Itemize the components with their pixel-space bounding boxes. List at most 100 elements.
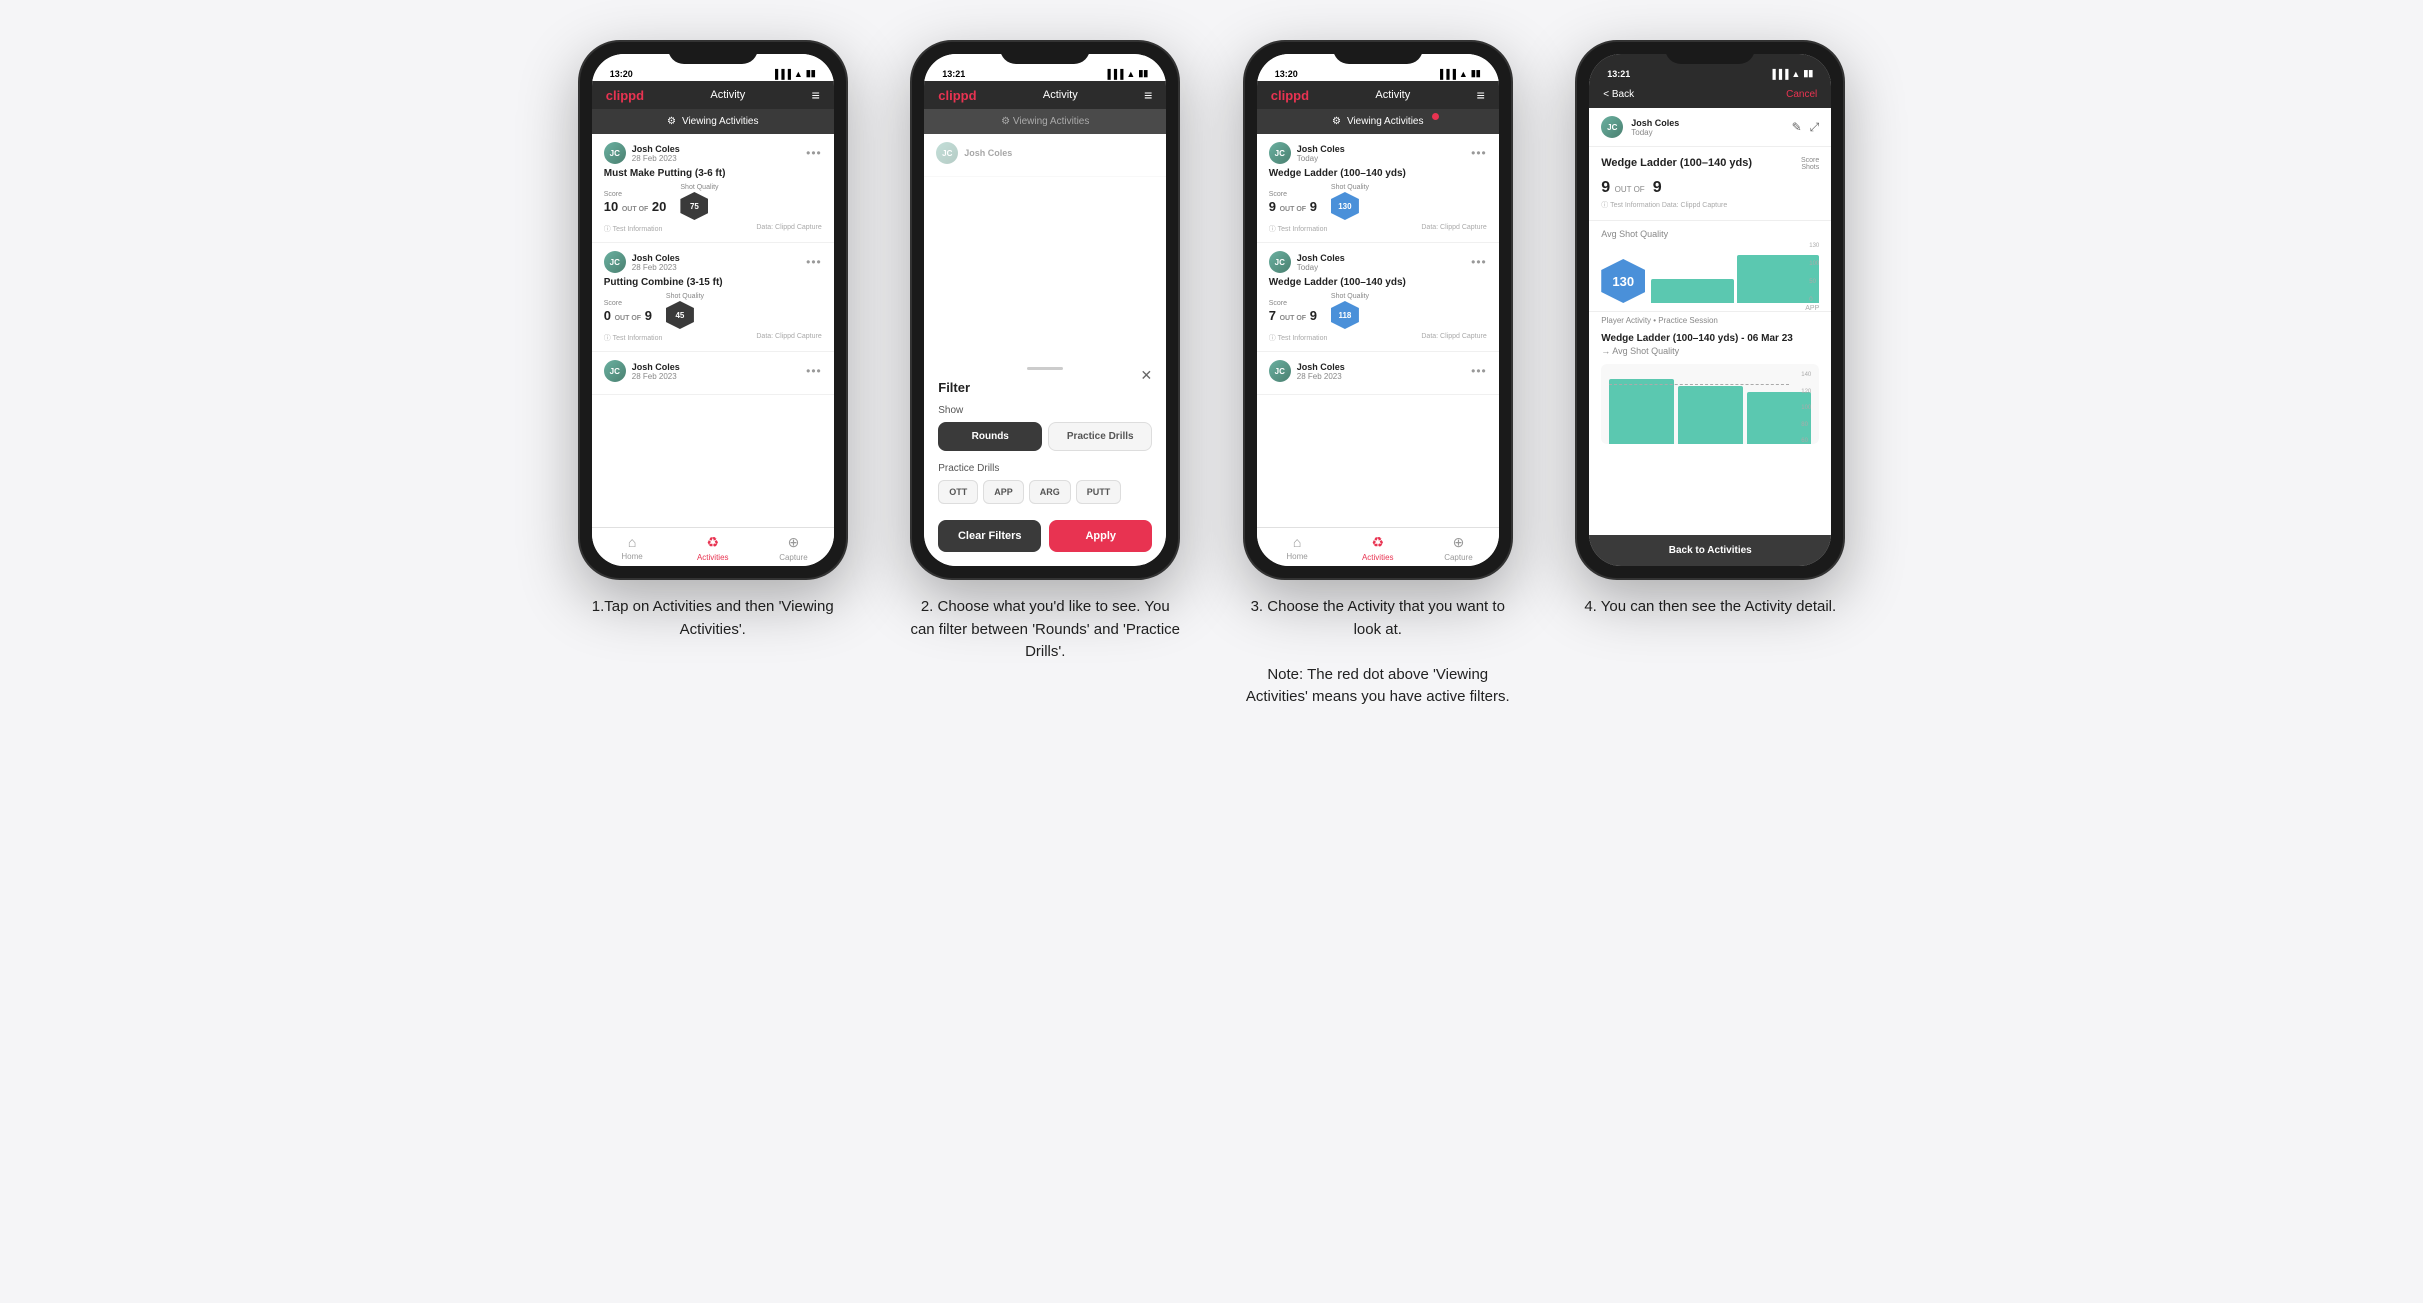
avatar-4: JC xyxy=(1601,116,1623,138)
user-info-3-3: Josh Coles 28 Feb 2023 xyxy=(1297,362,1345,381)
wifi-icon-3: ▲ xyxy=(1459,69,1468,79)
dots-menu-3-2[interactable]: ••• xyxy=(1471,255,1487,269)
score-value-1-2: 0 OUT OF 9 xyxy=(604,308,652,323)
activities-list-3: JC Josh Coles Today ••• Wedge Ladder (10… xyxy=(1257,134,1499,527)
stats-row-1-1: Score 10 OUT OF 20 Shot Quality 75 xyxy=(604,184,822,220)
expand-icon-4[interactable]: ⤢ xyxy=(1810,120,1820,135)
menu-icon-3[interactable]: ≡ xyxy=(1477,87,1485,103)
detail-actions-4: ✎ ⤢ xyxy=(1792,120,1820,135)
score-value-1-1: 10 OUT OF 20 xyxy=(604,199,667,214)
status-time-1: 13:20 xyxy=(610,69,633,79)
phone-column-4: 13:21 ▐▐▐ ▲ ▮▮ < Back Cancel xyxy=(1559,40,1862,709)
caption-2: 2. Choose what you'd like to see. You ca… xyxy=(910,596,1180,664)
clear-filters-btn-2[interactable]: Clear Filters xyxy=(938,520,1041,552)
viewing-activities-bar-3[interactable]: ⚙ Viewing Activities xyxy=(1257,109,1499,134)
activity-item-3-2[interactable]: JC Josh Coles Today ••• Wedge Ladder (10… xyxy=(1257,243,1499,352)
stat-group-3-2: Score 7 OUT OF 9 xyxy=(1269,300,1317,323)
chart-labels-4: 130 100 50 0 xyxy=(1809,243,1819,303)
detail-card-header-4: Wedge Ladder (100–140 yds) Score Shots xyxy=(1601,157,1819,175)
phone-column-2: 13:21 ▐▐▐ ▲ ▮▮ clippd Activity ≡ ⚙ Viewi… xyxy=(894,40,1197,709)
info-row-1-2: ⓘ Test Information Data: Clippd Capture xyxy=(604,333,822,343)
data-source-1-2: Data: Clippd Capture xyxy=(756,333,821,343)
user-info-1-2: Josh Coles 28 Feb 2023 xyxy=(632,253,680,272)
nav-activities-3[interactable]: ♻ Activities xyxy=(1337,534,1418,562)
apply-btn-2[interactable]: Apply xyxy=(1049,520,1152,552)
menu-icon-1[interactable]: ≡ xyxy=(812,87,820,103)
nav-capture-1[interactable]: ⊕ Capture xyxy=(753,534,834,562)
user-date-1-1: 28 Feb 2023 xyxy=(632,154,680,163)
battery-icon-1: ▮▮ xyxy=(806,68,816,79)
filter-type-btns-2: Rounds Practice Drills xyxy=(938,422,1152,451)
bottom-nav-1: ⌂ Home ♻ Activities ⊕ Capture xyxy=(592,527,834,566)
score-label-3-2: Score xyxy=(1269,300,1317,307)
dots-menu-3-3[interactable]: ••• xyxy=(1471,364,1487,378)
dots-menu-1-1[interactable]: ••• xyxy=(806,146,822,160)
user-name-1-1: Josh Coles xyxy=(632,144,680,154)
nav-home-1[interactable]: ⌂ Home xyxy=(592,534,673,562)
nav-title-1: Activity xyxy=(710,89,745,101)
score-label-1-2: Score xyxy=(604,300,652,307)
screen-content-3: JC Josh Coles Today ••• Wedge Ladder (10… xyxy=(1257,134,1499,566)
data-source-3-1: Data: Clippd Capture xyxy=(1421,224,1486,234)
rounds-btn-2[interactable]: Rounds xyxy=(938,422,1042,451)
edit-icon-4[interactable]: ✎ xyxy=(1792,120,1802,135)
phone-frame-3: 13:20 ▐▐▐ ▲ ▮▮ clippd Activity ≡ ⚙ Viewi… xyxy=(1243,40,1513,580)
sq-label-3-2: Shot Quality xyxy=(1331,293,1369,300)
phone-screen-3: 13:20 ▐▐▐ ▲ ▮▮ clippd Activity ≡ ⚙ Viewi… xyxy=(1257,54,1499,566)
app-btn-2[interactable]: APP xyxy=(983,480,1024,504)
bottom-nav-3: ⌂ Home ♻ Activities ⊕ Capture xyxy=(1257,527,1499,566)
practice-drills-btn-2[interactable]: Practice Drills xyxy=(1048,422,1152,451)
ott-btn-2[interactable]: OTT xyxy=(938,480,978,504)
activity-title-3-2: Wedge Ladder (100–140 yds) xyxy=(1269,277,1487,288)
bar-2-4 xyxy=(1737,255,1820,303)
status-time-2: 13:21 xyxy=(942,69,965,79)
stat-group-3-1: Score 9 OUT OF 9 xyxy=(1269,191,1317,214)
nav-capture-3[interactable]: ⊕ Capture xyxy=(1418,534,1499,562)
menu-icon-2[interactable]: ≡ xyxy=(1144,87,1152,103)
putt-btn-2[interactable]: PUTT xyxy=(1076,480,1122,504)
sq-badge-3-2: 118 xyxy=(1331,301,1359,329)
score-label-1-1: Score xyxy=(604,191,667,198)
back-to-activities-btn-4[interactable]: Back to Activities xyxy=(1589,535,1831,566)
dots-menu-1-2[interactable]: ••• xyxy=(806,255,822,269)
screen-content-1: JC Josh Coles 28 Feb 2023 ••• Must Make … xyxy=(592,134,834,566)
user-info-1-1: Josh Coles 28 Feb 2023 xyxy=(632,144,680,163)
detail-score-value-4: 9 xyxy=(1601,179,1610,196)
nav-activities-1[interactable]: ♻ Activities xyxy=(672,534,753,562)
cancel-btn-4[interactable]: Cancel xyxy=(1786,89,1817,100)
activity-item-3-1[interactable]: JC Josh Coles Today ••• Wedge Ladder (10… xyxy=(1257,134,1499,243)
phone-frame-1: 13:20 ▐▐▐ ▲ ▮▮ clippd Activity ≡ ⚙ Viewi… xyxy=(578,40,848,580)
detail-title-4: Wedge Ladder (100–140 yds) xyxy=(1601,157,1752,169)
status-time-4: 13:21 xyxy=(1607,69,1630,79)
user-name-4: Josh Coles xyxy=(1631,118,1679,128)
arg-btn-2[interactable]: ARG xyxy=(1029,480,1071,504)
dots-menu-3-1[interactable]: ••• xyxy=(1471,146,1487,160)
status-icons-2: ▐▐▐ ▲ ▮▮ xyxy=(1104,68,1148,79)
nav-home-label-3: Home xyxy=(1286,552,1307,561)
dots-menu-1-3[interactable]: ••• xyxy=(806,364,822,378)
info-text-1-1: ⓘ Test Information xyxy=(604,224,663,234)
filter-close-btn-2[interactable]: ✕ xyxy=(1141,367,1153,384)
avatar-img-4: JC xyxy=(1601,116,1623,138)
nav-activities-label-1: Activities xyxy=(697,553,729,562)
nav-bar-2: clippd Activity ≡ xyxy=(924,81,1166,109)
info-row-3-1: ⓘ Test Information Data: Clippd Capture xyxy=(1269,224,1487,234)
activity-title-3-1: Wedge Ladder (100–140 yds) xyxy=(1269,168,1487,179)
nav-activities-label-3: Activities xyxy=(1362,553,1394,562)
big-bar-1-4 xyxy=(1609,379,1674,444)
filter-actions-2: Clear Filters Apply xyxy=(938,520,1152,552)
viewing-activities-bar-1[interactable]: ⚙ Viewing Activities xyxy=(592,109,834,134)
avatar-1-2: JC xyxy=(604,251,626,273)
viewing-activities-label-1: Viewing Activities xyxy=(682,116,759,127)
stats-row-3-2: Score 7 OUT OF 9 Shot Quality 118 xyxy=(1269,293,1487,329)
user-info-4: Josh Coles Today xyxy=(1631,118,1679,137)
back-btn-4[interactable]: < Back xyxy=(1603,89,1634,100)
activity-header-1-3: JC Josh Coles 28 Feb 2023 ••• xyxy=(604,360,822,382)
nav-home-3[interactable]: ⌂ Home xyxy=(1257,534,1338,562)
bar-chart-area-4: 130 100 50 0 APP xyxy=(1651,243,1819,303)
viewing-activities-label-3: Viewing Activities xyxy=(1347,116,1424,127)
y-label-120: 120 xyxy=(1801,389,1811,395)
chart-x-label-4: APP xyxy=(1651,305,1819,312)
phone-frame-2: 13:21 ▐▐▐ ▲ ▮▮ clippd Activity ≡ ⚙ Viewi… xyxy=(910,40,1180,580)
y-label-100: 100 xyxy=(1801,405,1811,411)
